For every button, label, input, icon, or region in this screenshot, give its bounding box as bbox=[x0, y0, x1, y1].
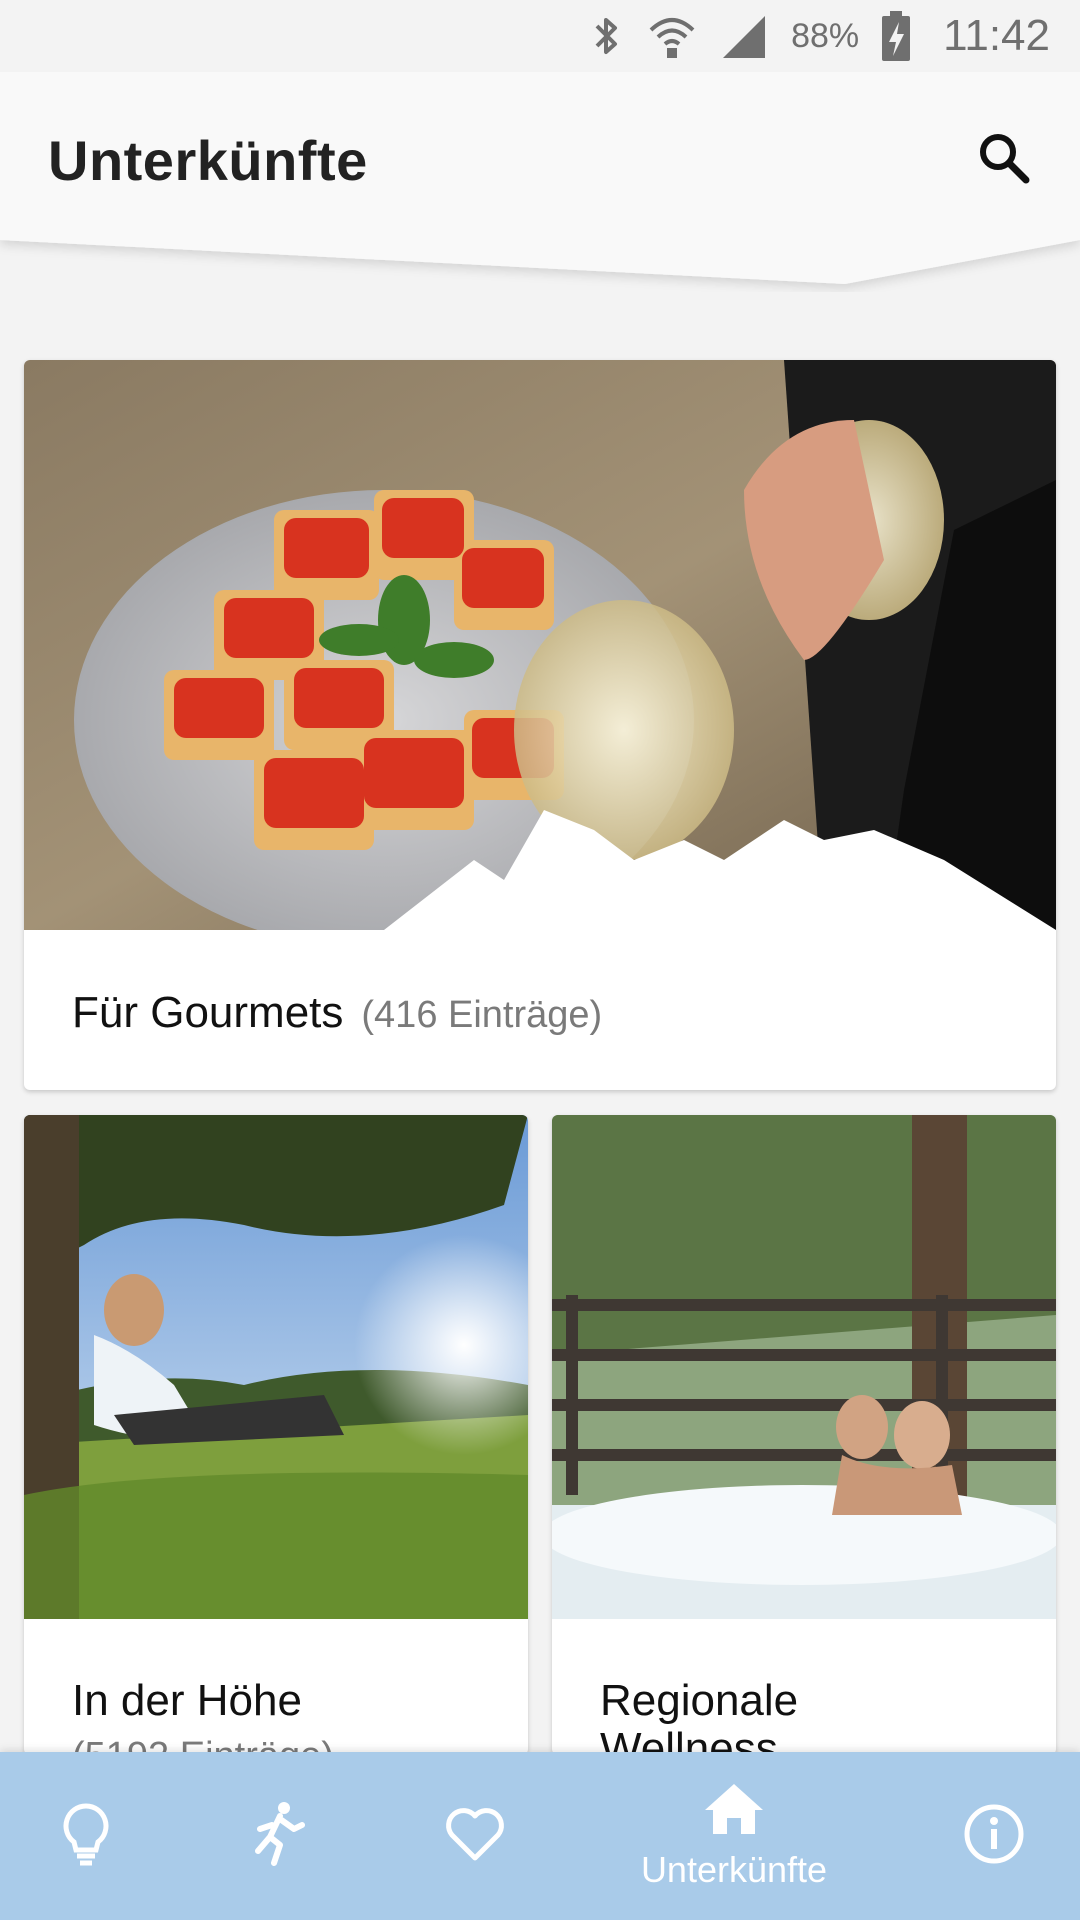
status-time: 11:42 bbox=[943, 11, 1050, 60]
nav-item-accommodations[interactable]: Unterkünfte bbox=[604, 1752, 864, 1920]
lightbulb-icon bbox=[60, 1802, 112, 1871]
signal-icon bbox=[719, 12, 769, 60]
running-person-icon bbox=[250, 1801, 306, 1872]
card-title-text: Für Gourmets bbox=[72, 988, 344, 1037]
nav-item-info[interactable] bbox=[954, 1752, 1034, 1920]
nav-item-favorites[interactable] bbox=[435, 1752, 515, 1920]
card-title-line-2: Wellness bbox=[600, 1724, 778, 1756]
bottom-navigation: Unterkünfte bbox=[0, 1752, 1080, 1920]
mountain-meadow-rest-photo bbox=[24, 1115, 528, 1619]
card-title: Für Gourmets (416 Einträge) bbox=[72, 988, 602, 1038]
heart-icon bbox=[444, 1806, 506, 1867]
nav-item-tips[interactable] bbox=[46, 1752, 126, 1920]
page-title: Unterkünfte bbox=[48, 129, 368, 192]
nav-label: Unterkünfte bbox=[640, 1848, 828, 1890]
battery-percent: 88% bbox=[791, 16, 860, 55]
search-icon bbox=[976, 130, 1032, 191]
nav-item-activities[interactable] bbox=[238, 1752, 318, 1920]
bluetooth-icon bbox=[589, 12, 625, 60]
outdoor-hot-tub-photo bbox=[552, 1115, 1056, 1619]
category-card-regionale-wellness[interactable]: Regionale Wellness bbox=[552, 1115, 1056, 1755]
card-title: In der Höhe bbox=[72, 1676, 302, 1725]
card-title-line-1: Regionale bbox=[600, 1676, 799, 1725]
card-entry-count: (416 Einträge) bbox=[361, 994, 603, 1036]
app-bar: Unterkünfte bbox=[0, 72, 1080, 292]
card-title: Regionale Wellness bbox=[600, 1676, 799, 1756]
battery-charging-icon bbox=[881, 10, 911, 62]
home-icon bbox=[703, 1782, 765, 1841]
category-card-gourmets[interactable]: Für Gourmets (416 Einträge) bbox=[24, 360, 1056, 1090]
search-button[interactable] bbox=[964, 120, 1044, 200]
status-bar: 88% 11:42 bbox=[0, 0, 1080, 72]
wifi-icon bbox=[647, 12, 697, 60]
info-icon bbox=[963, 1803, 1025, 1870]
gourmet-food-wine-photo bbox=[24, 360, 1056, 930]
category-card-in-der-hoehe[interactable]: In der Höhe (5192 Einträge) bbox=[24, 1115, 528, 1755]
